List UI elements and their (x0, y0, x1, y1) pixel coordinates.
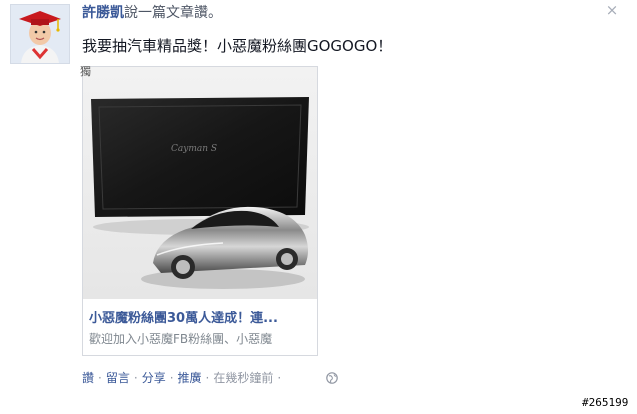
story-actions: 讚 · 留言 · 分享 · 推廣 · 在幾秒鐘前 · (82, 370, 285, 386)
promote-link[interactable]: 推廣 (178, 371, 202, 385)
post-message: 我要抽汽車精品獎！小惡魔粉絲團GOGOGO！ (82, 37, 393, 55)
feed-story: × 許勝凱說一篇文章讚。 我要抽汽車精品獎！小惡魔粉絲團GOGOGO！ Caym… (0, 0, 637, 414)
shared-link-card[interactable]: Cayman S 小惡魔粉絲團30萬人達成！連... 歡迎加入小惡魔FB粉絲團、… (82, 66, 318, 356)
globe-icon[interactable] (326, 372, 338, 384)
author-name-link[interactable]: 許勝凱 (82, 5, 124, 21)
link-description: 歡迎加入小惡魔FB粉絲團、小惡魔 (89, 332, 273, 346)
link-preview-image: Cayman S (83, 67, 317, 299)
avatar-image (11, 5, 69, 63)
avatar[interactable] (10, 4, 70, 64)
story-header: 許勝凱說一篇文章讚。 (82, 4, 222, 22)
timestamp-link[interactable]: 在幾秒鐘前 (213, 371, 273, 385)
separator: · (277, 371, 282, 385)
story-action-text: 說一篇文章讚。 (124, 5, 222, 21)
image-watermark: #265199 (580, 396, 631, 410)
share-link[interactable]: 分享 (142, 371, 166, 385)
box-logo-text: Cayman S (171, 144, 217, 154)
like-link[interactable]: 讚 (82, 371, 94, 385)
comment-link[interactable]: 留言 (106, 371, 130, 385)
separator: · (169, 371, 174, 385)
separator: · (133, 371, 138, 385)
stray-character: 獨 (80, 65, 91, 78)
close-icon[interactable]: × (604, 2, 620, 18)
separator: · (98, 371, 102, 385)
link-title[interactable]: 小惡魔粉絲團30萬人達成！連... (89, 311, 311, 327)
separator: · (205, 371, 210, 385)
